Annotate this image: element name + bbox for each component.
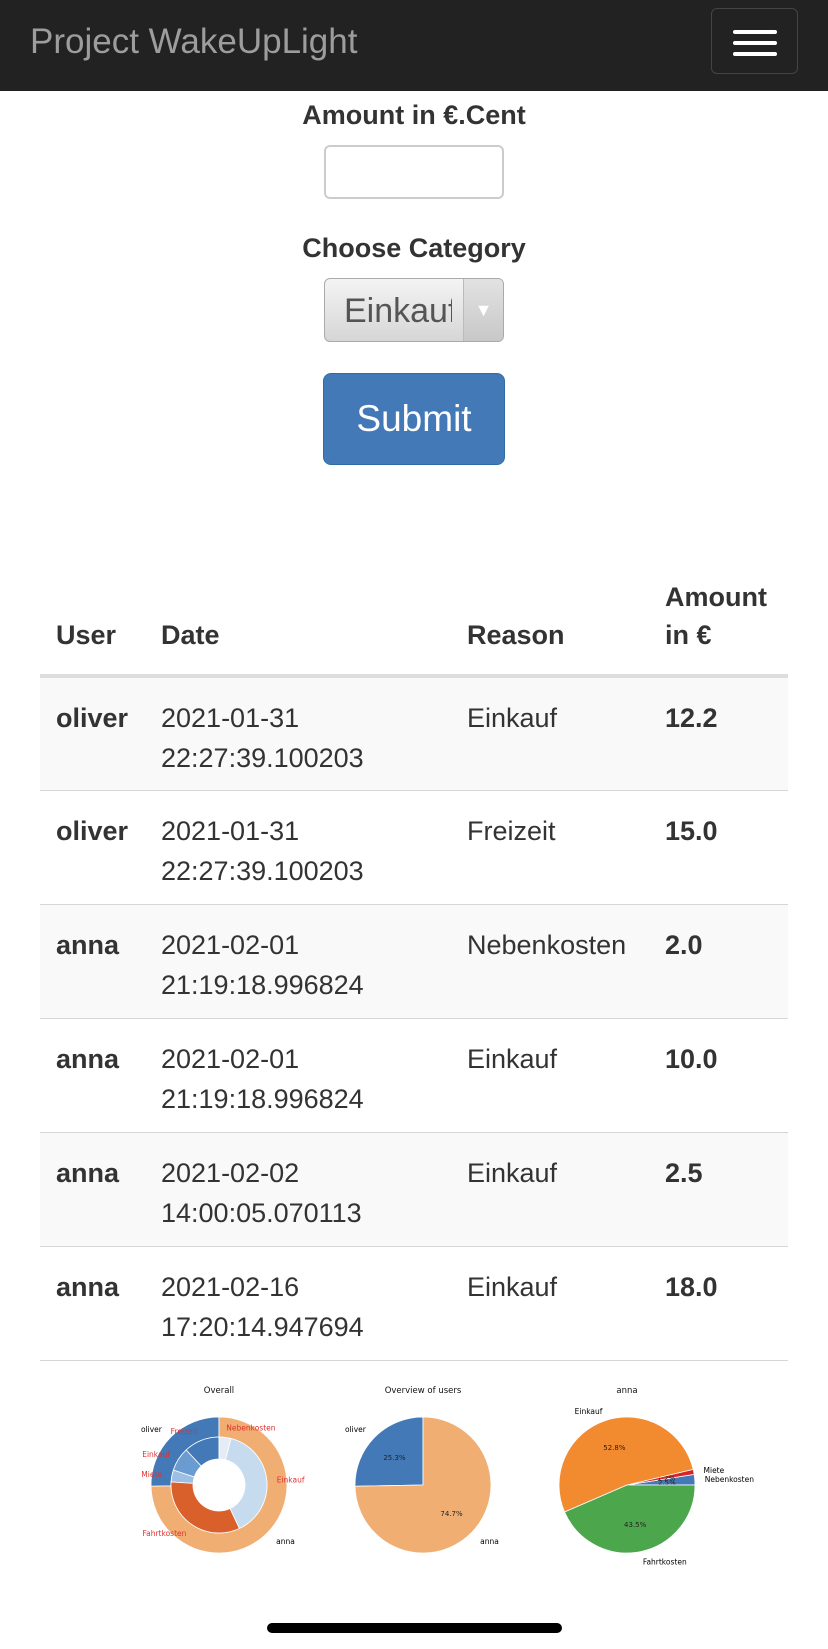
header-user[interactable]: User (40, 570, 145, 678)
cell-user: anna (40, 1132, 145, 1247)
cell-reason: Nebenkosten (451, 904, 649, 1019)
cell-user: anna (40, 904, 145, 1019)
cell-date-time: 21:19:18.996824 (161, 1083, 364, 1114)
cell-date-time: 22:27:39.100203 (161, 743, 364, 773)
cell-date: 2021-01-31 22:27:39.100203 (145, 676, 451, 791)
navbar: Project WakeUpLight (0, 0, 828, 91)
cell-date-day: 2021-02-01 (161, 1043, 300, 1074)
table-row: oliver 2021-01-31 22:27:39.100203 Freizeit 1… (40, 790, 788, 905)
pie-pct-label: 25.3% (383, 1454, 406, 1462)
pie-pct-label: 52.8% (603, 1444, 626, 1452)
home-indicator[interactable] (267, 1623, 562, 1633)
header-date[interactable]: Date (145, 570, 451, 678)
cell-amount: 2.5 (649, 1132, 788, 1247)
pie-label: oliver (345, 1425, 367, 1434)
cell-date: 2021-02-01 21:19:18.996824 (145, 904, 451, 1019)
pie-pct-label: 43.5% (624, 1521, 647, 1529)
cell-date: 2021-02-16 17:20:14.947694 (145, 1246, 451, 1361)
pie-label: Freizeit (171, 1427, 198, 1436)
table-header-row: User Date Reason Amount in € (40, 570, 788, 678)
pie-label: Einkauf (142, 1450, 170, 1459)
cell-date-time: 17:20:14.947694 (161, 1311, 364, 1342)
cell-date-day: 2021-02-01 (161, 929, 300, 960)
table-row: anna 2021-02-16 17:20:14.947694 Einkauf 18.0 (40, 1246, 788, 1361)
chart-anna: annaNebenkosten2.5%Miete1.2%Einkauf52.8%… (558, 1386, 754, 1566)
cell-date: 2021-01-31 22:27:39.100203 (145, 790, 451, 905)
hamburger-icon (733, 41, 777, 45)
category-selected-value: Einkauf (344, 292, 452, 330)
header-amount-line2: in € (665, 620, 712, 650)
cell-user: anna (40, 1246, 145, 1361)
charts: Overall oliver anna Freizeit Einkauf Miete Fah… (141, 1386, 754, 1566)
pie-label: oliver (141, 1425, 163, 1434)
chart-overview-users: Overview of users oliver 25.3% anna 74.7% (345, 1386, 499, 1554)
cell-amount: 18.0 (649, 1246, 788, 1361)
cell-date-time: 21:19:18.996824 (161, 969, 364, 1000)
cell-reason: Freizeit (451, 790, 649, 905)
pie-label: Einkauf (575, 1407, 603, 1416)
header-reason[interactable]: Reason (451, 570, 649, 678)
cell-date-day: 2021-02-16 (161, 1271, 300, 1302)
cell-reason: Einkauf (451, 676, 649, 791)
cell-date: 2021-02-02 14:00:05.070113 (145, 1132, 451, 1247)
hamburger-icon (733, 52, 777, 56)
cell-amount: 12.2 (649, 676, 788, 791)
chart-overall: Overall oliver anna Freizeit Einkauf Miete Fah… (141, 1386, 305, 1554)
amount-input[interactable] (324, 145, 504, 199)
pie-label: Miete (141, 1470, 162, 1479)
pie-label: Fahrtkosten (143, 1529, 187, 1538)
dropdown-arrow-icon: ▼ (463, 279, 503, 341)
pie-label: Einkauf (277, 1476, 305, 1485)
chart-title: anna (616, 1386, 637, 1396)
cell-date-time: 22:27:39.100203 (161, 855, 364, 886)
pie-label: anna (276, 1537, 295, 1546)
category-label: Choose Category (302, 233, 526, 263)
cell-amount: 10.0 (649, 1018, 788, 1133)
navbar-brand[interactable]: Project WakeUpLight (30, 22, 357, 62)
pie-label: Fahrtkosten (643, 1557, 687, 1566)
cell-date-day: 2021-01-31 (161, 815, 300, 846)
cell-amount: 15.0 (649, 790, 788, 905)
pie-label: Nebenkosten (705, 1475, 754, 1484)
pie-label: Miete (704, 1466, 725, 1475)
cell-date-time: 14:00:05.070113 (161, 1197, 362, 1228)
table-row: anna 2021-02-02 14:00:05.070113 Einkauf 2.5 (40, 1132, 788, 1247)
cell-reason: Einkauf (451, 1246, 649, 1361)
expenses-table: User Date Reason Amount in € oliver 2021-0… (40, 570, 788, 1361)
cell-date-day: 2021-01-31 (161, 703, 300, 733)
chart-title: Overall (204, 1386, 234, 1396)
pie-label: Nebenkosten (226, 1423, 275, 1432)
cell-user: oliver (40, 790, 145, 905)
cell-user: oliver (40, 676, 145, 791)
menu-toggle-button[interactable] (711, 8, 798, 74)
pie-pct-label: 74.7% (440, 1510, 463, 1518)
cell-reason: Einkauf (451, 1018, 649, 1133)
hamburger-icon (733, 30, 777, 34)
category-select[interactable]: Einkauf ▼ (324, 278, 504, 342)
table-row: anna 2021-02-01 21:19:18.996824 Einkauf 10.0 (40, 1018, 788, 1133)
pie-label: anna (480, 1537, 499, 1546)
table-row: oliver 2021-01-31 22:27:39.100203 Einkauf 12… (40, 676, 788, 791)
cell-reason: Einkauf (451, 1132, 649, 1247)
cell-user: anna (40, 1018, 145, 1133)
cell-date: 2021-02-01 21:19:18.996824 (145, 1018, 451, 1133)
chart-title: Overview of users (385, 1386, 462, 1396)
table-row: anna 2021-02-01 21:19:18.996824 Nebenkosten… (40, 904, 788, 1019)
submit-button[interactable]: Submit (323, 373, 505, 465)
header-amount-line1: Amount (665, 582, 767, 612)
header-amount[interactable]: Amount in € (649, 570, 788, 678)
amount-label: Amount in €.Cent (302, 100, 526, 130)
cell-date-day: 2021-02-02 (161, 1157, 300, 1188)
cell-amount: 2.0 (649, 904, 788, 1019)
expense-form: Amount in €.Cent Choose Category Einkauf… (0, 100, 828, 465)
